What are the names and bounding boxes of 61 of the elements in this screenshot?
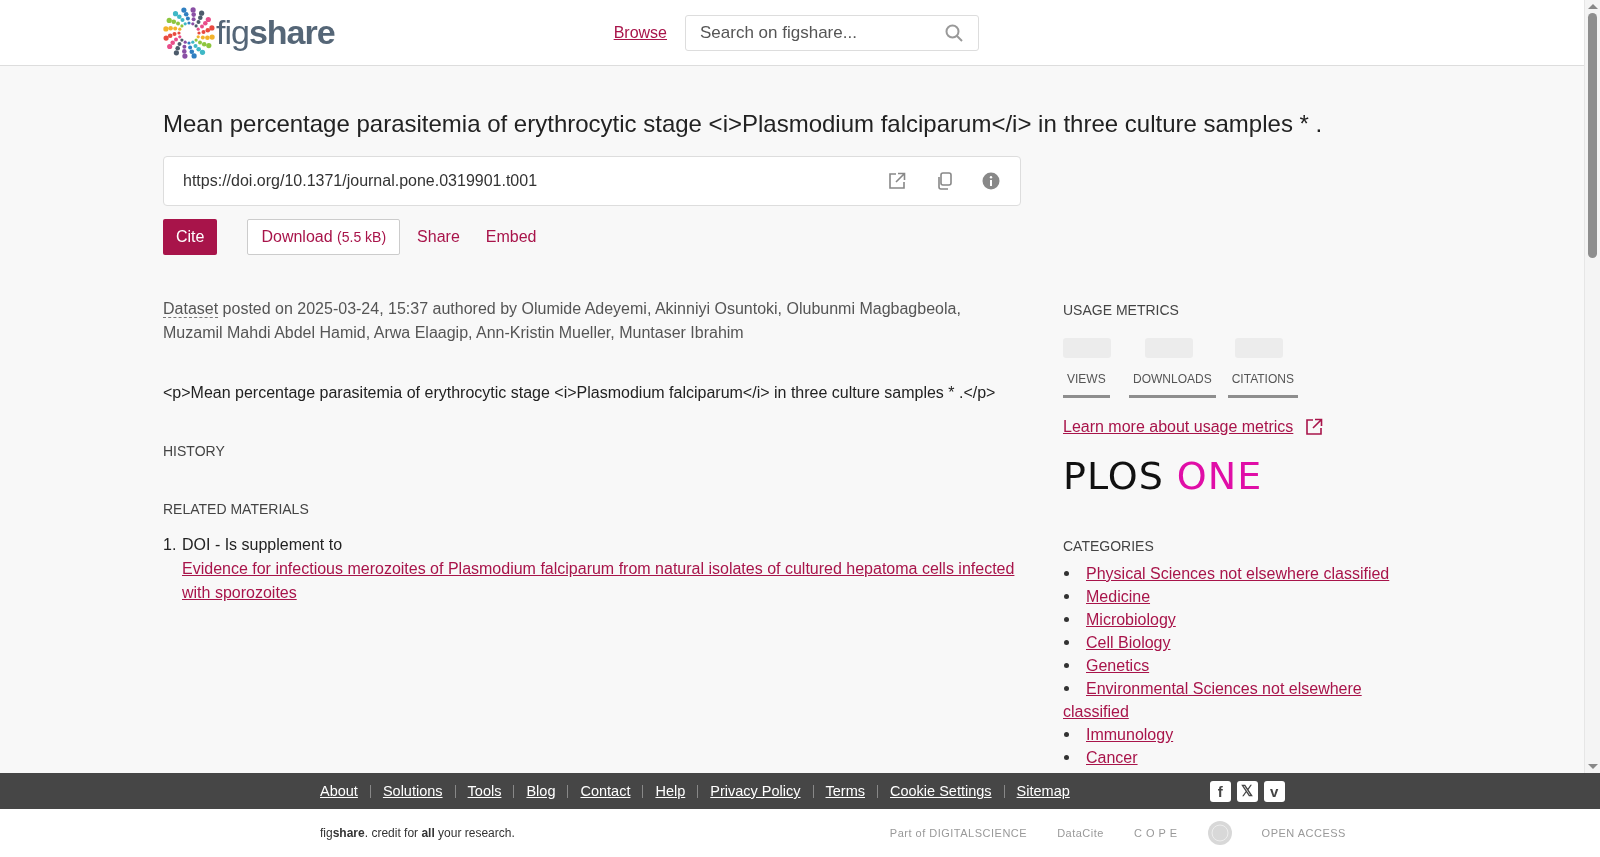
page-title: Mean percentage parasitemia of erythrocytic stage <i>Plasmodium falciparum</i> in three culture samples * . xyxy=(163,110,1324,138)
footer-link[interactable]: Tools xyxy=(467,783,502,799)
bullet-icon xyxy=(1064,570,1069,576)
category-link[interactable]: Physical Sciences not elsewhere classified xyxy=(1063,562,1395,585)
bullet-icon xyxy=(1064,616,1069,622)
metric-tab[interactable]: DOWNLOADS xyxy=(1129,372,1216,398)
browse-link[interactable]: Browse xyxy=(613,23,667,42)
footer-link[interactable]: About xyxy=(320,783,358,799)
footer-tagline: figshare. credit for all your research. xyxy=(320,826,515,840)
relation-label: DOI - Is supplement to xyxy=(182,535,344,555)
footer-link[interactable]: Cookie Settings xyxy=(890,783,992,799)
category-link[interactable]: Immunology xyxy=(1063,723,1395,746)
category-link[interactable]: Microbiology xyxy=(1063,608,1395,631)
category-link[interactable]: Cell Biology xyxy=(1063,631,1395,654)
description-text: <p>Mean percentage parasitemia of erythrocytic stage <i>Plasmodium falciparum</i> in three culture samples * .</p> xyxy=(163,383,997,403)
external-link-icon xyxy=(888,172,906,190)
spiral-logo-icon xyxy=(163,6,215,59)
copy-icon xyxy=(936,172,952,190)
section-heading: CATEGORIES xyxy=(1063,538,1155,554)
footer-link[interactable]: Privacy Policy xyxy=(710,783,801,799)
metric-tab[interactable]: CITATIONS xyxy=(1227,372,1298,398)
action-button[interactable]: Embed xyxy=(485,219,537,255)
seal-icon xyxy=(1207,821,1232,845)
section-heading: USAGE METRICS xyxy=(1063,302,1180,318)
social-icon[interactable]: 𝕏 xyxy=(1236,780,1258,802)
bullet-icon xyxy=(1064,731,1069,737)
logo-wordmark[interactable]: figshare xyxy=(216,13,335,52)
info-icon xyxy=(982,172,1000,190)
download-button[interactable]: Download (5.5 kB) xyxy=(247,219,401,255)
footer-link[interactable]: Help xyxy=(655,783,686,799)
section-heading: HISTORY xyxy=(163,443,226,459)
doi-link[interactable]: https://doi.org/10.1371/journal.pone.0319901.t001 xyxy=(183,172,888,190)
bullet-icon xyxy=(1064,593,1069,599)
footer-link[interactable]: Blog xyxy=(526,783,556,799)
bullet-icon xyxy=(1064,662,1069,668)
cite-button[interactable]: Cite xyxy=(163,219,218,255)
related-article-link[interactable]: Evidence for infectious merozoites of Plasmodium falciparum from natural isolates of cultured hepatoma cells infected with sporozoites xyxy=(182,557,1021,605)
author-line: Dataset posted on 2025-03-24, 15:37 authored by Olumide Adeyemi, Akinniyi Osuntoki, Olubunmi Magbagbeola, Muzamil Mahdi Abdel Hamid, Arwa Elaagip, Ann-Kristin Mueller, Muntaser Ibrahim xyxy=(163,299,962,343)
footer-link[interactable]: Contact xyxy=(580,783,631,799)
search-field[interactable]: Search on figshare... xyxy=(685,14,979,51)
footer-link[interactable]: Solutions xyxy=(382,783,443,799)
learn-more-link[interactable]: Learn more about usage metrics xyxy=(1063,418,1294,436)
action-button[interactable]: Share xyxy=(417,219,460,255)
section-heading: RELATED MATERIALS xyxy=(163,501,310,517)
bullet-icon xyxy=(1064,754,1069,760)
category-link[interactable]: Medicine xyxy=(1063,585,1395,608)
footer-link[interactable]: Terms xyxy=(825,783,865,799)
external-link-icon xyxy=(1305,418,1324,436)
social-icon[interactable]: v xyxy=(1263,780,1285,802)
metric-tab[interactable]: VIEWS xyxy=(1063,372,1110,398)
bullet-icon xyxy=(1064,639,1069,645)
bullet-icon xyxy=(1064,685,1069,691)
item-type-link[interactable]: Dataset xyxy=(163,300,219,318)
journal-logo[interactable]: PLOS ONE xyxy=(1063,454,1263,498)
social-icon[interactable]: f xyxy=(1209,780,1231,802)
category-link[interactable]: Cancer xyxy=(1063,746,1395,769)
footer-link[interactable]: Sitemap xyxy=(1016,783,1070,799)
scrollbar[interactable] xyxy=(1584,0,1600,773)
category-link[interactable]: Genetics xyxy=(1063,654,1395,677)
list-number: 1. xyxy=(163,535,178,555)
category-link[interactable]: Environmental Sciences not elsewhere classified xyxy=(1063,677,1395,723)
